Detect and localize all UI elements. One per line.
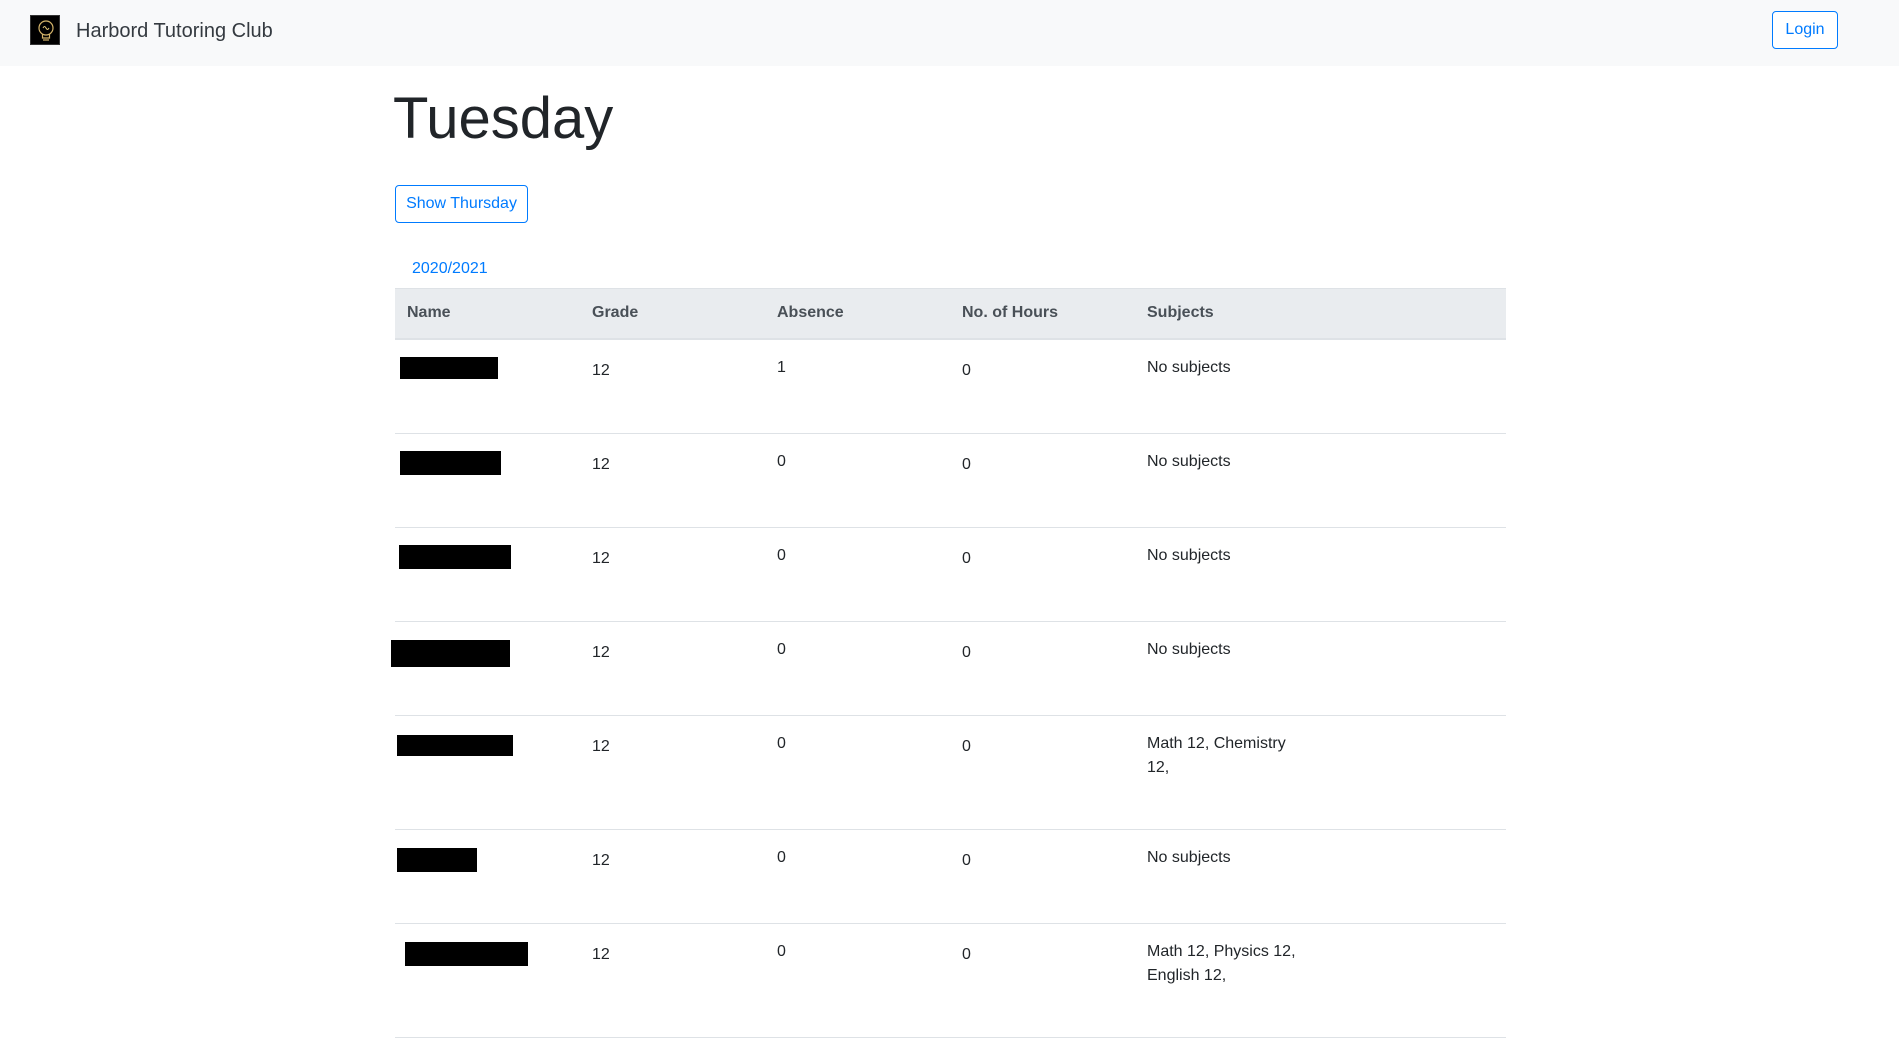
name-cell [395, 715, 580, 830]
subjects-cell: Math 12, Chemistry 12, [1135, 715, 1506, 830]
name-cell [395, 923, 580, 1038]
name-cell [395, 433, 580, 528]
name-cell [395, 829, 580, 924]
hours-cell: 0 [950, 338, 1135, 434]
redacted-name [400, 356, 498, 379]
absence-cell: 0 [765, 433, 950, 528]
grade-cell: 12 [580, 527, 765, 622]
login-button[interactable]: Login [1772, 11, 1838, 49]
absence-cell: 0 [765, 527, 950, 622]
redacted-name [397, 734, 513, 756]
brand-name[interactable]: Harbord Tutoring Club [76, 18, 273, 44]
absence-cell: 0 [765, 923, 950, 1038]
subjects-cell: No subjects [1135, 338, 1506, 434]
table-row: 12 1 0 No subjects [395, 338, 1506, 434]
subjects-cell: No subjects [1135, 829, 1506, 924]
hours-cell: 0 [950, 433, 1135, 528]
absence-cell: 0 [765, 621, 950, 716]
hours-cell: 0 [950, 527, 1135, 622]
subjects-cell: No subjects [1135, 621, 1506, 716]
hours-cell: 0 [950, 923, 1135, 1038]
redacted-name [405, 941, 528, 966]
grade-cell: 12 [580, 433, 765, 528]
table-header: Name Grade Absence No. of Hours Subjects [395, 288, 1506, 340]
show-thursday-button[interactable]: Show Thursday [395, 185, 528, 223]
name-cell [391, 621, 580, 716]
name-cell [395, 527, 580, 622]
subjects-cell: No subjects [1135, 527, 1506, 622]
subjects-cell: No subjects [1135, 433, 1506, 528]
grade-cell: 12 [580, 829, 765, 924]
column-header-subjects: Subjects [1135, 288, 1506, 340]
table-row: 12 0 0 No subjects [395, 433, 1506, 528]
table-row: 12 0 0 Math 12, Chemistry 12, [395, 715, 1506, 830]
grade-cell: 12 [580, 715, 765, 830]
column-header-grade: Grade [580, 288, 765, 340]
table-row: 12 0 0 Math 12, Physics 12, English 12, [395, 923, 1506, 1038]
hours-cell: 0 [950, 621, 1135, 716]
table-row: 12 0 0 No subjects [391, 621, 1506, 716]
column-header-name: Name [395, 288, 580, 340]
hours-cell: 0 [950, 829, 1135, 924]
lightbulb-logo-icon[interactable] [30, 15, 60, 45]
attendance-table: Name Grade Absence No. of Hours Subjects… [391, 288, 1506, 1038]
absence-cell: 0 [765, 715, 950, 830]
subjects-cell: Math 12, Physics 12, English 12, [1135, 923, 1506, 1038]
hours-cell: 0 [950, 715, 1135, 830]
column-header-absence: Absence [765, 288, 950, 340]
navbar: Harbord Tutoring Club Login [0, 0, 1899, 66]
absence-cell: 1 [765, 338, 950, 434]
redacted-name [400, 450, 501, 475]
year-link[interactable]: 2020/2021 [412, 258, 488, 280]
grade-cell: 12 [580, 923, 765, 1038]
grade-cell: 12 [580, 621, 765, 716]
redacted-name [399, 544, 511, 569]
name-cell [395, 338, 580, 434]
absence-cell: 0 [765, 829, 950, 924]
page-title: Tuesday [393, 86, 614, 151]
redacted-name [391, 639, 510, 667]
table-row: 12 0 0 No subjects [395, 527, 1506, 622]
grade-cell: 12 [580, 338, 765, 434]
redacted-name [397, 847, 477, 872]
table-row: 12 0 0 No subjects [395, 829, 1506, 924]
column-header-hours: No. of Hours [950, 288, 1135, 340]
